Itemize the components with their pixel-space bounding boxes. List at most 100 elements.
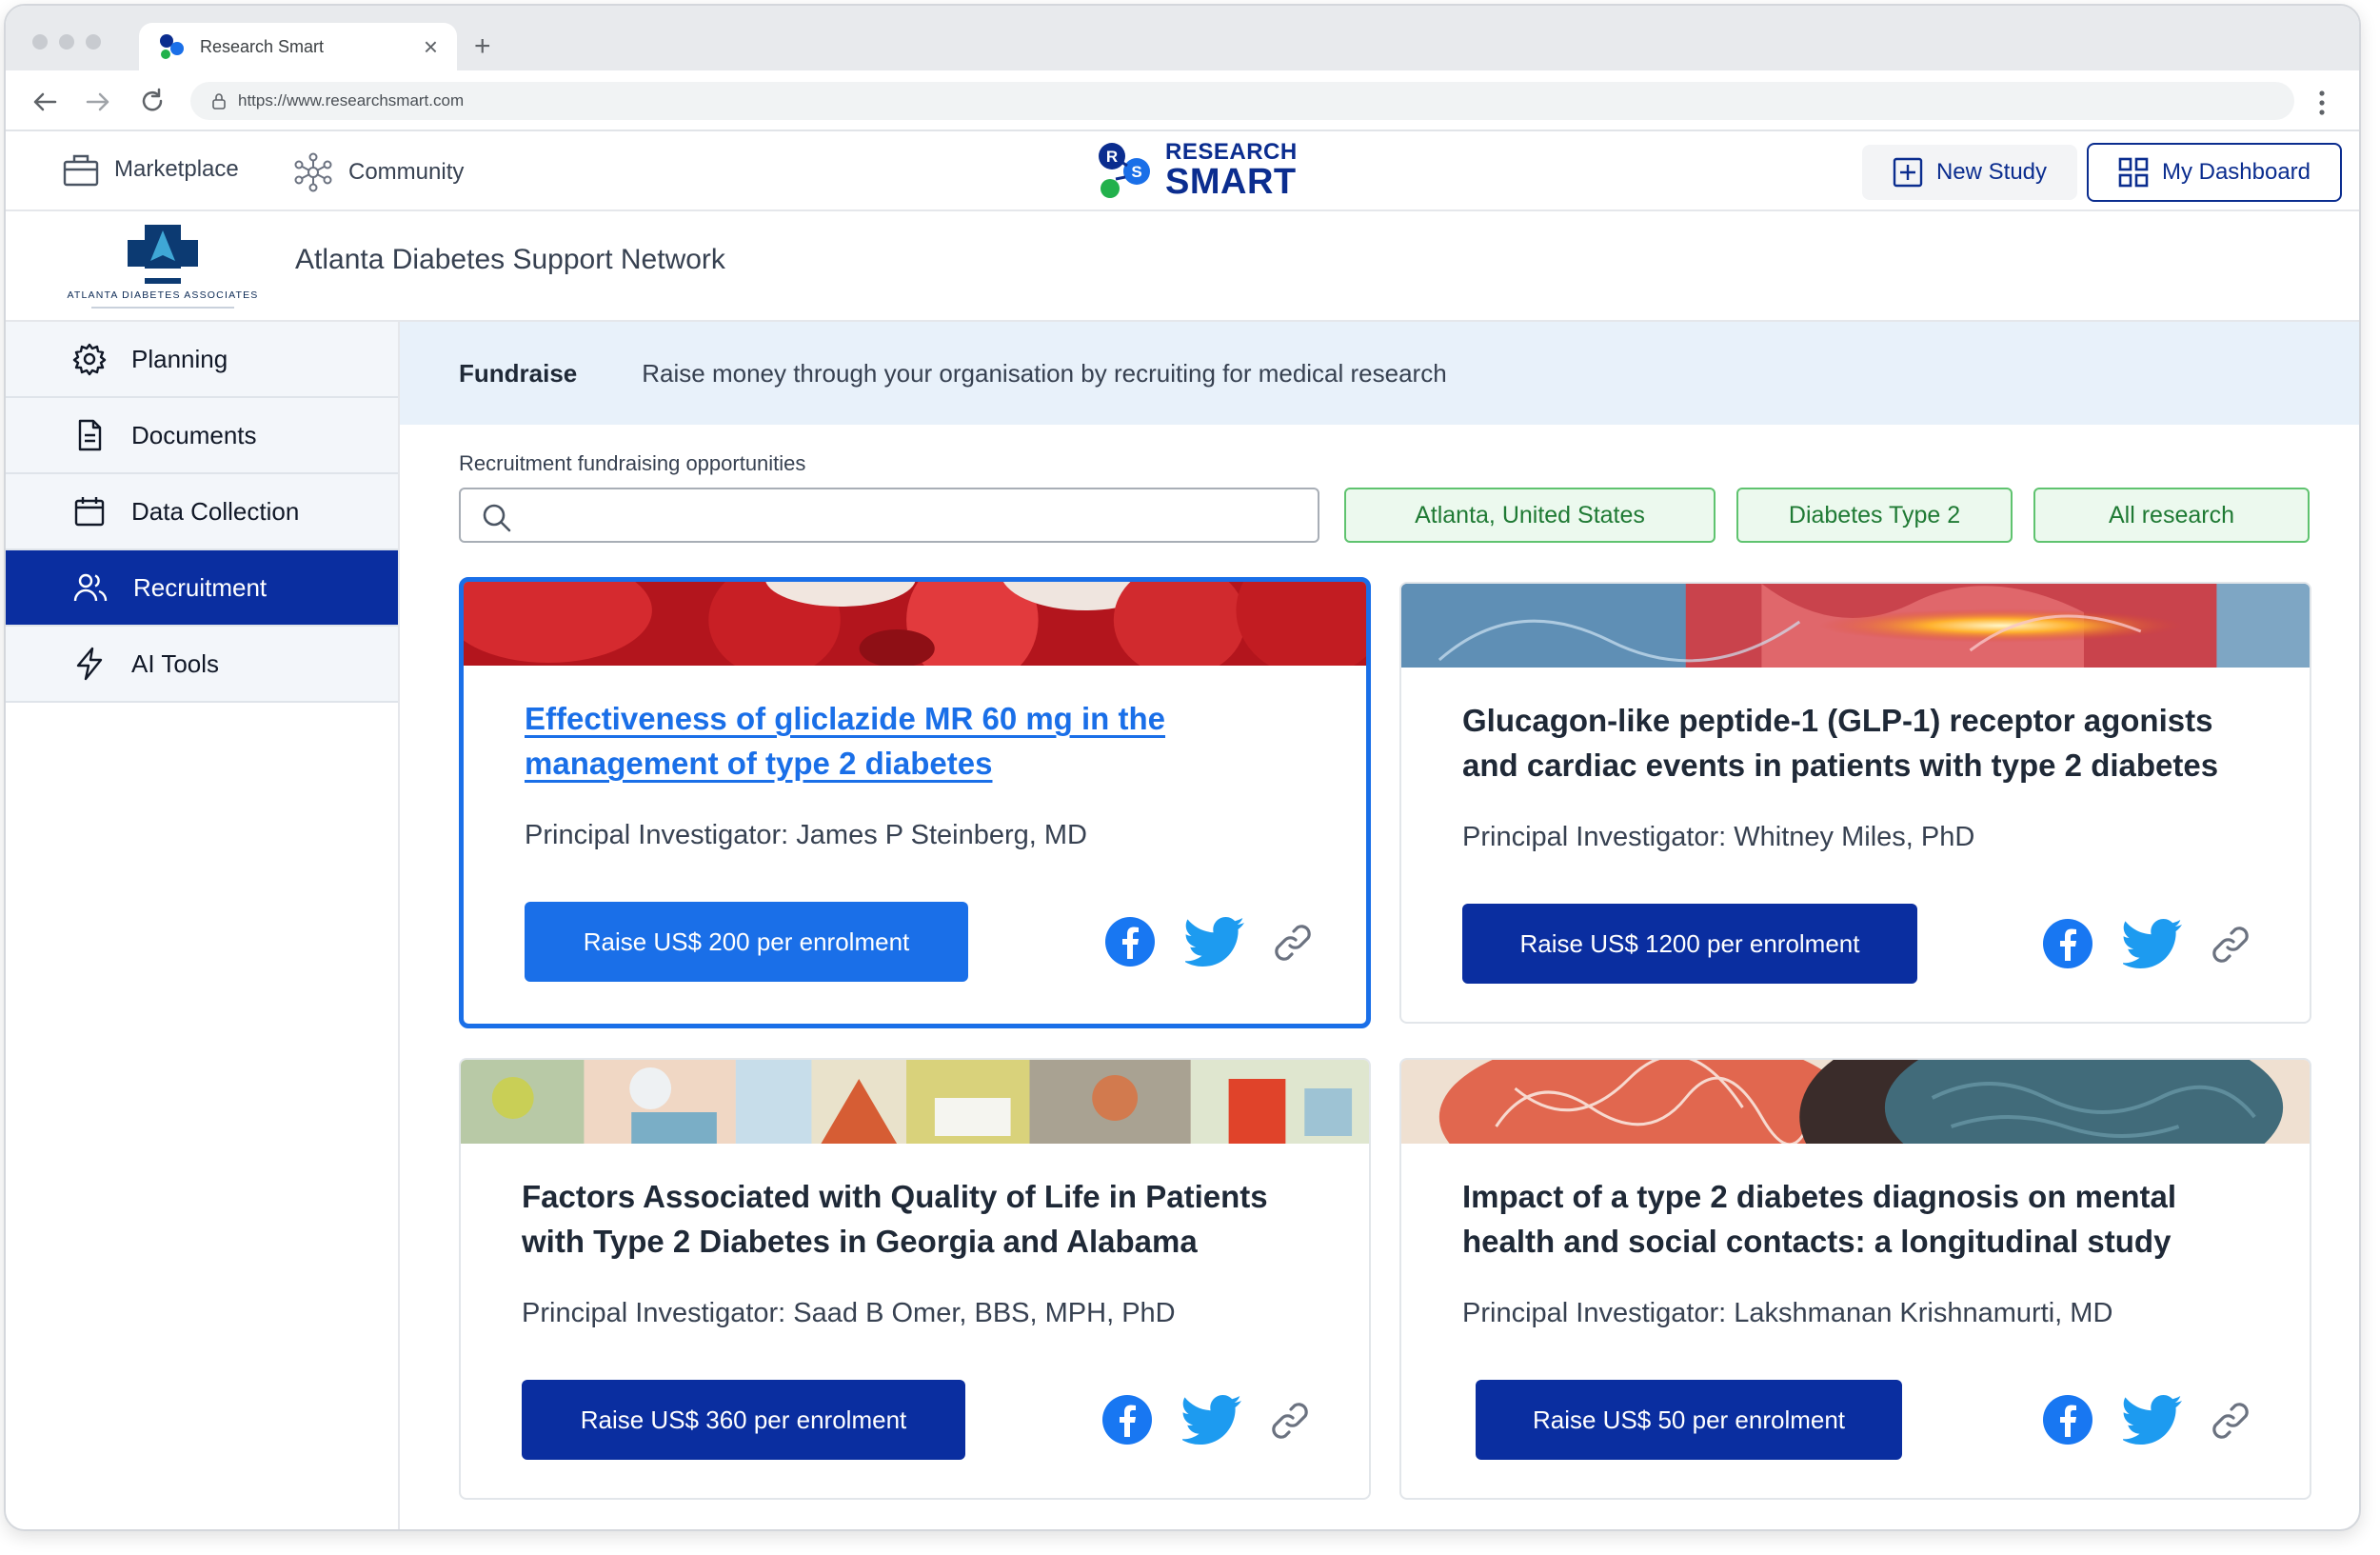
principal-investigator: Principal Investigator: Whitney Miles, P…: [1462, 822, 1975, 852]
heart-illustration-image: [1401, 584, 2310, 668]
twitter-icon[interactable]: [1182, 1395, 1243, 1445]
community-label: Community: [348, 159, 465, 185]
sidebar-item-planning[interactable]: Planning: [6, 322, 398, 398]
raise-button[interactable]: Raise US$ 1200 per enrolment: [1462, 904, 1917, 984]
raise-button[interactable]: Raise US$ 50 per enrolment: [1476, 1380, 1902, 1460]
browser-tab[interactable]: Research Smart ×: [139, 23, 457, 70]
lightning-icon: [76, 647, 103, 681]
filter-chip-research[interactable]: All research: [2033, 488, 2310, 543]
raise-button[interactable]: Raise US$ 200 per enrolment: [525, 902, 968, 982]
study-title[interactable]: Glucagon-like peptide-1 (GLP-1) receptor…: [1462, 698, 2252, 787]
grid-icon: [2118, 157, 2149, 188]
address-bar: https://www.researchsmart.com: [6, 70, 2359, 131]
network-icon: [294, 152, 332, 192]
organisation-logo: ATLANTA DIABETES ASSOCIATES: [67, 225, 258, 309]
link-icon[interactable]: [1266, 1397, 1314, 1445]
reload-icon[interactable]: [139, 88, 166, 114]
filter-chip-location[interactable]: Atlanta, United States: [1344, 488, 1716, 543]
lock-icon: [212, 93, 226, 110]
blood-cells-image: [464, 582, 1366, 666]
my-dashboard-button[interactable]: My Dashboard: [2087, 143, 2342, 202]
sidebar: Planning Documents Data Collection Recru…: [6, 322, 400, 1529]
url-field[interactable]: https://www.researchsmart.com: [190, 82, 2294, 120]
study-title[interactable]: Impact of a type 2 diabetes diagnosis on…: [1462, 1174, 2252, 1264]
twitter-icon[interactable]: [1185, 917, 1246, 967]
principal-investigator: Principal Investigator: James P Steinber…: [525, 820, 1088, 850]
facebook-icon[interactable]: [1101, 1393, 1154, 1446]
search-input[interactable]: [527, 497, 1289, 533]
back-arrow-icon[interactable]: [32, 91, 57, 112]
link-icon[interactable]: [2207, 1397, 2254, 1445]
study-title[interactable]: Factors Associated with Quality of Life …: [522, 1174, 1312, 1264]
study-card[interactable]: Glucagon-like peptide-1 (GLP-1) receptor…: [1399, 582, 2311, 1024]
study-card[interactable]: Effectiveness of gliclazide MR 60 mg in …: [459, 577, 1371, 1028]
plus-square-icon: [1893, 157, 1923, 188]
svg-text:S: S: [1131, 163, 1141, 181]
principal-investigator: Principal Investigator: Saad B Omer, BBS…: [522, 1298, 1176, 1328]
facebook-icon[interactable]: [2041, 1393, 2094, 1446]
new-tab-icon[interactable]: +: [474, 30, 491, 63]
marketplace-label: Marketplace: [114, 156, 239, 182]
minimize-window-dot[interactable]: [59, 34, 74, 50]
facebook-icon[interactable]: [1103, 915, 1157, 968]
research-smart-logo[interactable]: R S RESEARCH SMART: [1095, 139, 1298, 202]
filter-chip-condition[interactable]: Diabetes Type 2: [1736, 488, 2013, 543]
sidebar-item-ai-tools[interactable]: AI Tools: [6, 627, 398, 703]
sidebar-item-label: Recruitment: [133, 572, 268, 602]
principal-investigator: Principal Investigator: Lakshmanan Krish…: [1462, 1298, 2113, 1328]
browser-tabbar: Research Smart × +: [6, 6, 2359, 70]
brain-illustration-image: [1401, 1060, 2310, 1144]
sidebar-item-label: Documents: [131, 420, 257, 449]
tab-title: Research Smart: [200, 36, 325, 56]
link-icon[interactable]: [1269, 919, 1317, 967]
twitter-icon[interactable]: [2123, 1395, 2184, 1445]
study-title-link[interactable]: Effectiveness of gliclazide MR 60 mg in …: [525, 696, 1315, 786]
study-card[interactable]: Factors Associated with Quality of Life …: [459, 1058, 1371, 1500]
maximize-window-dot[interactable]: [86, 34, 101, 50]
logo-wordmark: RESEARCH SMART: [1165, 139, 1298, 202]
sidebar-item-label: Data Collection: [131, 496, 300, 526]
svg-text:R: R: [1106, 148, 1118, 166]
sidebar-item-recruitment[interactable]: Recruitment: [6, 550, 398, 627]
new-study-label: New Study: [1935, 159, 2048, 185]
sidebar-item-data-collection[interactable]: Data Collection: [6, 474, 398, 550]
browser-menu-icon[interactable]: [2317, 90, 2327, 116]
facebook-icon[interactable]: [2041, 917, 2094, 970]
forward-arrow-icon[interactable]: [86, 91, 110, 112]
calendar-icon: [74, 497, 105, 527]
close-window-dot[interactable]: [32, 34, 48, 50]
window-controls: [32, 34, 101, 50]
sidebar-item-documents[interactable]: Documents: [6, 398, 398, 474]
organisation-name: Atlanta Diabetes Support Network: [295, 244, 725, 275]
document-icon: [78, 419, 102, 451]
fundraise-description: Raise money through your organisation by…: [642, 358, 1447, 388]
people-illustration-image: [461, 1060, 1369, 1144]
sidebar-item-label: AI Tools: [131, 648, 220, 678]
app-header: Marketplace Community R S RESEARCH SMART…: [6, 131, 2359, 211]
new-study-button[interactable]: New Study: [1862, 145, 2077, 200]
fundraise-bar: Fundraise Raise money through your organ…: [400, 322, 2359, 425]
marketplace-link[interactable]: Marketplace: [63, 152, 239, 187]
twitter-icon[interactable]: [2123, 919, 2184, 968]
url-text: https://www.researchsmart.com: [238, 91, 465, 110]
favicon-icon: [160, 34, 184, 59]
logo-line1: RESEARCH: [1165, 139, 1298, 165]
logo-line2: SMART: [1165, 162, 1297, 202]
link-icon[interactable]: [2207, 921, 2254, 968]
organisation-bar: ATLANTA DIABETES ASSOCIATES Atlanta Diab…: [6, 211, 2359, 322]
gear-icon: [72, 343, 107, 376]
fundraise-title: Fundraise: [459, 358, 578, 388]
raise-button[interactable]: Raise US$ 360 per enrolment: [522, 1380, 965, 1460]
search-icon: [483, 504, 511, 532]
users-icon: [73, 573, 108, 602]
browser-window: Research Smart × + https://www.researchs…: [4, 4, 2361, 1531]
sidebar-item-label: Planning: [131, 344, 228, 373]
research-smart-logo-icon: R S: [1099, 143, 1150, 198]
search-label: Recruitment fundraising opportunities: [459, 451, 806, 475]
community-link[interactable]: Community: [293, 152, 464, 192]
my-dashboard-label: My Dashboard: [2161, 159, 2311, 185]
tab-close-icon[interactable]: ×: [424, 34, 438, 59]
search-box[interactable]: [459, 488, 1319, 543]
organisation-logo-text: ATLANTA DIABETES ASSOCIATES: [67, 289, 258, 301]
study-card[interactable]: Impact of a type 2 diabetes diagnosis on…: [1399, 1058, 2311, 1500]
